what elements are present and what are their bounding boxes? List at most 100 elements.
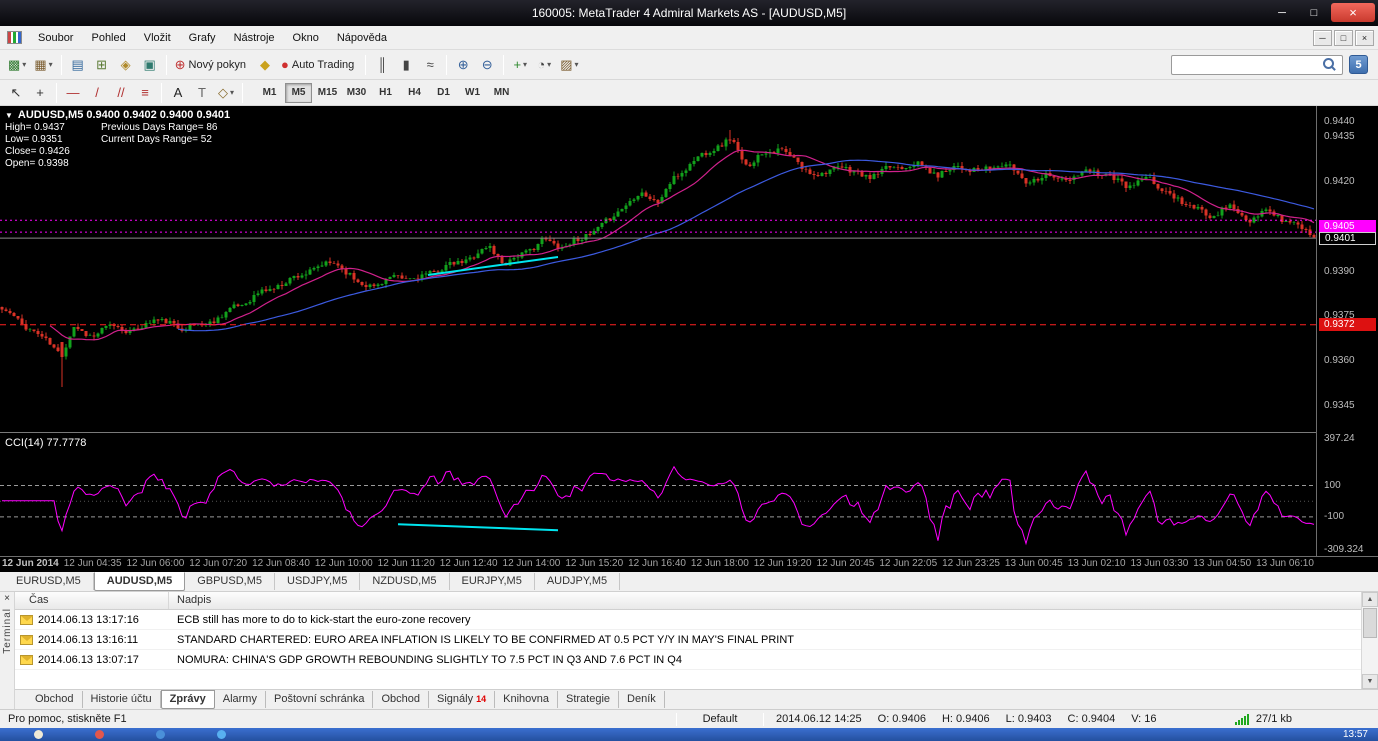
taskbar-app-icon[interactable]	[156, 730, 165, 739]
navigator-button[interactable]: ◈	[114, 53, 138, 77]
text-label-button[interactable]: T	[190, 81, 214, 105]
autotrading-button[interactable]: ●Auto Trading	[277, 53, 361, 77]
time-label: 12 Jun 06:00	[126, 558, 184, 569]
price-scale[interactable]: 0.94400.94350.94200.94050.93900.93750.93…	[1316, 106, 1378, 556]
time-label: 12 Jun 11:20	[378, 558, 435, 569]
taskbar-app-icon[interactable]	[34, 730, 43, 739]
menu-item-grafy[interactable]: Grafy	[180, 28, 225, 48]
terminal-tab-knihovna[interactable]: Knihovna	[495, 691, 558, 708]
symbol-quote-line: ▼ AUDUSD,M5 0.9400 0.9402 0.9400 0.9401	[5, 109, 230, 121]
news-scrollbar[interactable]: ▲ ▼	[1361, 592, 1378, 689]
search-icon[interactable]	[1323, 58, 1337, 72]
metaeditor-button[interactable]: ◆	[253, 53, 277, 77]
crosshair-button[interactable]: +	[28, 81, 52, 105]
search-input[interactable]	[1171, 55, 1343, 75]
toolbar-separator	[503, 55, 504, 75]
fibonacci-button[interactable]: ≡	[133, 81, 157, 105]
cursor-button[interactable]: ↖	[4, 81, 28, 105]
news-row[interactable]: 2014.06.13 13:07:17NOMURA: CHINA'S GDP G…	[15, 650, 1361, 670]
mql5-community-button[interactable]: 5	[1349, 55, 1368, 74]
terminal-tab-den-k[interactable]: Deník	[619, 691, 665, 708]
periods-button[interactable]: ◔▾	[532, 53, 556, 77]
timeframe-d1-button[interactable]: D1	[430, 83, 457, 103]
price-marker-red: 0.9372	[1319, 318, 1376, 331]
chart-tab-eurjpy-m5[interactable]: EURJPY,M5	[450, 573, 535, 590]
news-row[interactable]: 2014.06.13 13:17:16ECB still has more to…	[15, 610, 1361, 630]
menu-item-vlo-it[interactable]: Vložit	[135, 28, 180, 48]
data-window-button[interactable]: ⊞	[90, 53, 114, 77]
scroll-thumb[interactable]	[1363, 608, 1377, 638]
news-row[interactable]: 2014.06.13 13:16:11STANDARD CHARTERED: E…	[15, 630, 1361, 650]
column-header-time[interactable]: Čas	[15, 592, 169, 609]
trendline-button[interactable]: /	[85, 81, 109, 105]
mdi-close-button[interactable]: ×	[1355, 30, 1374, 46]
arrows-button[interactable]: ◇▾	[214, 81, 238, 105]
chart-tab-audusd-m5[interactable]: AUDUSD,M5	[94, 572, 185, 591]
indicators-button[interactable]: +▾	[508, 53, 532, 77]
terminal-tab-strategie[interactable]: Strategie	[558, 691, 619, 708]
terminal-close-button[interactable]: ×	[4, 592, 10, 605]
menu-item-n-stroje[interactable]: Nástroje	[225, 28, 284, 48]
status-profile[interactable]: Default	[677, 713, 763, 725]
chart-tab-nzdusd-m5[interactable]: NZDUSD,M5	[360, 573, 449, 590]
timeframe-m1-button[interactable]: M1	[256, 83, 283, 103]
time-label: 13 Jun 00:45	[1005, 558, 1063, 569]
terminal-tab-sign-ly[interactable]: Signály14	[429, 691, 495, 708]
timeframe-m5-button[interactable]: M5	[285, 83, 312, 103]
column-header-headline[interactable]: Nadpis	[169, 592, 1361, 609]
menu-item-soubor[interactable]: Soubor	[29, 28, 82, 48]
time-label: 12 Jun 15:20	[565, 558, 623, 569]
envelope-icon	[20, 615, 33, 625]
menu-item-n-pov-da[interactable]: Nápověda	[328, 28, 396, 48]
timeframe-h1-button[interactable]: H1	[372, 83, 399, 103]
terminal-button[interactable]: ▣	[138, 53, 162, 77]
info-right: Current Days Range= 52	[101, 134, 212, 145]
timeframe-mn-button[interactable]: MN	[488, 83, 515, 103]
terminal-tab-obchod[interactable]: Obchod	[373, 691, 429, 708]
channel-button[interactable]: //	[109, 81, 133, 105]
market-watch-button[interactable]: ▤	[66, 53, 90, 77]
chart-tab-usdjpy-m5[interactable]: USDJPY,M5	[275, 573, 360, 590]
toolbar-separator	[242, 83, 243, 103]
templates-button[interactable]: ▨▾	[556, 53, 582, 77]
metaeditor-icon: ◆	[260, 58, 270, 71]
terminal-tab-alarmy[interactable]: Alarmy	[215, 691, 266, 708]
maximize-button[interactable]: □	[1299, 3, 1329, 22]
candlestick-chart-button[interactable]: ▮	[394, 53, 418, 77]
mdi-minimize-button[interactable]: ─	[1313, 30, 1332, 46]
profiles-button[interactable]: ▦▾	[30, 53, 56, 77]
timeframe-w1-button[interactable]: W1	[459, 83, 486, 103]
chart-tab-gbpusd-m5[interactable]: GBPUSD,M5	[185, 573, 275, 590]
chart-tab-audjpy-m5[interactable]: AUDJPY,M5	[535, 573, 620, 590]
minimize-button[interactable]: ─	[1267, 3, 1297, 22]
scroll-up-arrow-icon[interactable]: ▲	[1362, 592, 1378, 607]
close-button[interactable]: ×	[1331, 3, 1375, 22]
terminal-tab-obchod[interactable]: Obchod	[27, 691, 83, 708]
news-table: Čas Nadpis 2014.06.13 13:17:16ECB still …	[15, 592, 1361, 689]
terminal-tab-po-tovn-schr-nka[interactable]: Poštovní schránka	[266, 691, 374, 708]
timeframe-h4-button[interactable]: H4	[401, 83, 428, 103]
timeframe-m15-button[interactable]: M15	[314, 83, 341, 103]
zoom-out-button[interactable]: ⊖	[475, 53, 499, 77]
taskbar-app-icon[interactable]	[95, 730, 104, 739]
mdi-restore-button[interactable]: □	[1334, 30, 1353, 46]
zoom-in-button[interactable]: ⊕	[451, 53, 475, 77]
one-click-trading-arrow-icon[interactable]: ▼	[5, 111, 13, 120]
line-chart-button[interactable]: ≈	[418, 53, 442, 77]
menu-item-pohled[interactable]: Pohled	[82, 28, 134, 48]
timeframe-m30-button[interactable]: M30	[343, 83, 370, 103]
horizontal-line-button[interactable]: —	[61, 81, 85, 105]
time-axis[interactable]: 12 Jun 201412 Jun 04:3512 Jun 06:0012 Ju…	[0, 556, 1378, 572]
new-chart-button[interactable]: ▩▾	[4, 53, 30, 77]
chart-tab-eurusd-m5[interactable]: EURUSD,M5	[4, 573, 94, 590]
menu-item-okno[interactable]: Okno	[284, 28, 328, 48]
text-button[interactable]: A	[166, 81, 190, 105]
data-window-icon: ⊞	[96, 58, 107, 71]
new-order-button[interactable]: ⊕Nový pokyn	[171, 53, 253, 77]
terminal-tab-historie-tu[interactable]: Historie účtu	[83, 691, 161, 708]
scroll-down-arrow-icon[interactable]: ▼	[1362, 674, 1378, 689]
taskbar-app-icon[interactable]	[217, 730, 226, 739]
price-chart[interactable]	[0, 106, 1316, 556]
bar-chart-button[interactable]: ║	[370, 53, 394, 77]
terminal-tab-zpr-vy[interactable]: Zprávy	[161, 690, 215, 709]
